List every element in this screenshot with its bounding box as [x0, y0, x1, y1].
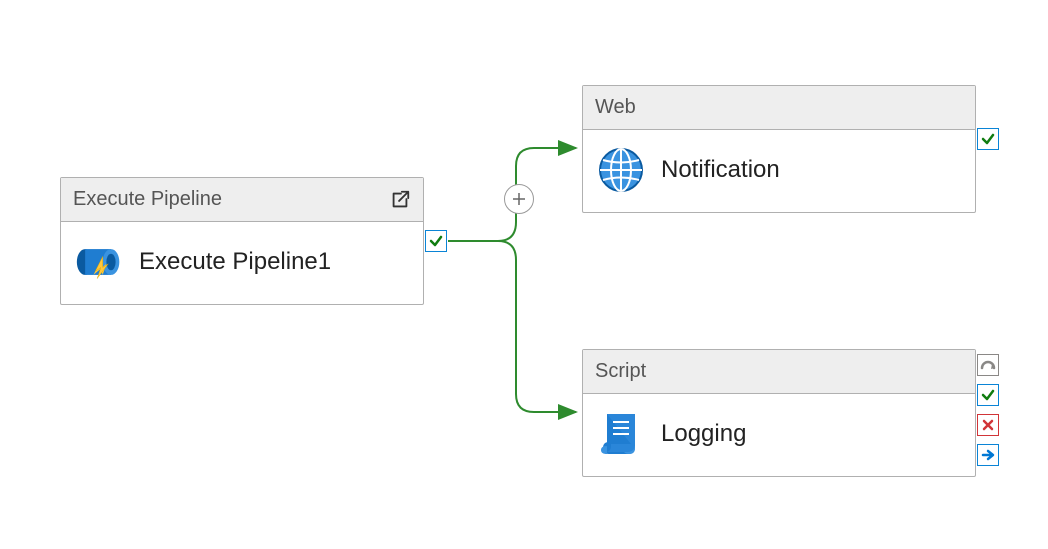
skip-output-port[interactable] — [977, 354, 999, 376]
activity-type-label: Script — [595, 360, 646, 383]
fail-output-port[interactable] — [977, 414, 999, 436]
activity-type-label: Web — [595, 96, 636, 119]
completion-output-port[interactable] — [977, 444, 999, 466]
activity-name: Execute Pipeline1 — [139, 248, 331, 276]
add-activity-button[interactable] — [504, 184, 534, 214]
script-icon — [597, 410, 645, 458]
activity-name: Notification — [661, 156, 780, 184]
success-output-port[interactable] — [425, 230, 447, 252]
globe-icon — [597, 146, 645, 194]
activity-name: Logging — [661, 420, 746, 448]
output-ports-stack — [977, 354, 999, 466]
activity-web[interactable]: Web Notification — [582, 85, 976, 213]
open-pipeline-icon[interactable] — [389, 189, 411, 211]
pipeline-icon — [75, 238, 123, 286]
activity-execute-pipeline[interactable]: Execute Pipeline Execute Pipeline1 — [60, 177, 424, 305]
success-output-port[interactable] — [977, 128, 999, 150]
activity-script[interactable]: Script Logging — [582, 349, 976, 477]
success-output-port[interactable] — [977, 384, 999, 406]
activity-type-label: Execute Pipeline — [73, 188, 222, 211]
